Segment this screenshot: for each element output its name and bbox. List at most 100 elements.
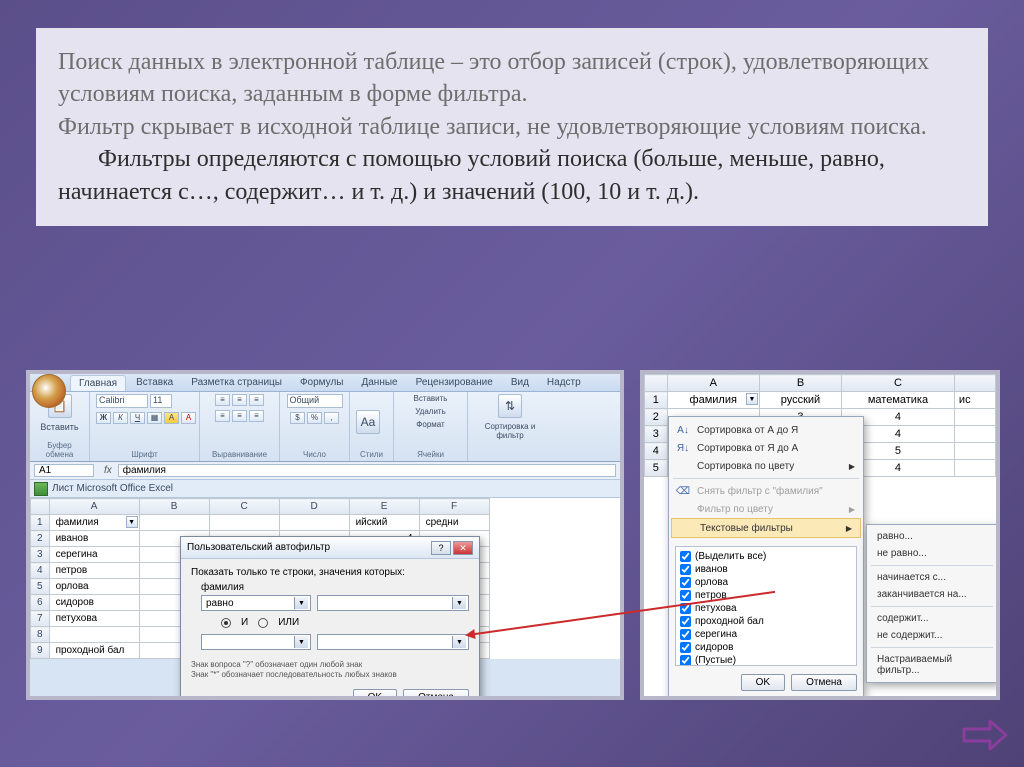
align-right-button[interactable]: ≡ bbox=[249, 410, 264, 422]
help-button[interactable]: ? bbox=[431, 541, 451, 555]
comma-button[interactable]: , bbox=[324, 412, 339, 424]
header-russian[interactable]: русский bbox=[759, 392, 841, 409]
italic-button[interactable]: К bbox=[113, 412, 128, 424]
align-bot-button[interactable]: ≡ bbox=[249, 394, 264, 406]
operator2-combo[interactable]: ▼ bbox=[201, 634, 311, 650]
number-format-select[interactable]: Общий bbox=[287, 394, 343, 408]
clear-filter: ⌫Снять фильтр с "фамилия" bbox=[669, 482, 863, 500]
col-B[interactable]: B bbox=[759, 375, 841, 392]
operator-combo[interactable]: равно▼ bbox=[201, 595, 311, 611]
col-C[interactable]: C bbox=[209, 499, 279, 515]
styles-icon[interactable]: Aa bbox=[356, 410, 380, 434]
col-C[interactable]: C bbox=[842, 375, 955, 392]
filter-not-contains[interactable]: не содержит... bbox=[867, 627, 997, 644]
row-1[interactable]: 1 bbox=[31, 515, 50, 531]
font-size-select[interactable]: 11 bbox=[150, 394, 172, 408]
chevron-down-icon: ▼ bbox=[294, 636, 308, 648]
filter-contains[interactable]: содержит... bbox=[867, 610, 997, 627]
cell[interactable]: иванов bbox=[49, 531, 139, 547]
group-edit bbox=[474, 450, 546, 459]
filter-by-color: Фильтр по цвету▶ bbox=[669, 500, 863, 518]
tab-layout[interactable]: Разметка страницы bbox=[183, 375, 290, 390]
col-B[interactable]: B bbox=[139, 499, 209, 515]
font-name-select[interactable]: Calibri bbox=[96, 394, 148, 408]
header-surname[interactable]: фамилия ▼ bbox=[49, 515, 139, 531]
align-top-button[interactable]: ≡ bbox=[215, 394, 230, 406]
filter-ends-with[interactable]: заканчивается на... bbox=[867, 586, 997, 603]
tab-review[interactable]: Рецензирование bbox=[408, 375, 501, 390]
align-center-button[interactable]: ≡ bbox=[232, 410, 247, 422]
header-surname[interactable]: фамилия ▼ bbox=[667, 392, 759, 409]
filter-equals[interactable]: равно... bbox=[867, 528, 997, 545]
filter-dropdown-icon[interactable]: ▼ bbox=[126, 516, 138, 528]
value2-combo[interactable]: ▼ bbox=[317, 634, 469, 650]
bold-button[interactable]: Ж bbox=[96, 412, 111, 424]
name-box[interactable]: A1 bbox=[34, 464, 94, 477]
sort-by-color[interactable]: Сортировка по цвету▶ bbox=[669, 457, 863, 475]
value-combo[interactable]: ▼ bbox=[317, 595, 469, 611]
autofilter-dialog: Пользовательский автофильтр ? ✕ Показать… bbox=[180, 536, 480, 700]
filter-not-equals[interactable]: не равно... bbox=[867, 545, 997, 562]
col-E[interactable]: E bbox=[349, 499, 419, 515]
col-D[interactable]: D bbox=[279, 499, 349, 515]
currency-button[interactable]: $ bbox=[290, 412, 305, 424]
percent-button[interactable]: % bbox=[307, 412, 322, 424]
fill-color-button[interactable]: A bbox=[164, 412, 179, 424]
cancel-button[interactable]: Отмена bbox=[403, 689, 469, 700]
border-button[interactable]: ▦ bbox=[147, 412, 162, 424]
clear-filter-icon: ⌫ bbox=[675, 484, 691, 498]
header-col-f[interactable]: средни bbox=[419, 515, 489, 531]
tip-asterisk: Знак "*" обозначает последовательность л… bbox=[191, 670, 469, 680]
cancel-button[interactable]: Отмена bbox=[791, 674, 857, 691]
row-1[interactable]: 1 bbox=[645, 392, 668, 409]
col-A[interactable]: A bbox=[49, 499, 139, 515]
next-slide-button[interactable] bbox=[960, 717, 1008, 753]
ok-button[interactable]: OK bbox=[741, 674, 785, 691]
ok-button[interactable]: OK bbox=[353, 689, 397, 700]
text-filters-submenu: равно... не равно... начинается с... зак… bbox=[866, 524, 998, 683]
filter-custom[interactable]: Настраиваемый фильтр... bbox=[867, 651, 997, 679]
paragraph-1a: Поиск данных в электронной таблице – это… bbox=[58, 46, 966, 111]
sort-filter-label: Сортировка и фильтр bbox=[474, 422, 546, 440]
filter-begins-with[interactable]: начинается с... bbox=[867, 569, 997, 586]
slide-text: Поиск данных в электронной таблице – это… bbox=[36, 28, 988, 226]
formula-bar-row: A1 fx фамилия bbox=[30, 462, 620, 480]
sort-za[interactable]: Я↓Сортировка от Я до А bbox=[669, 439, 863, 457]
close-button[interactable]: ✕ bbox=[453, 541, 473, 555]
col-F[interactable]: F bbox=[419, 499, 489, 515]
chevron-right-icon: ▶ bbox=[849, 462, 855, 471]
chevron-right-icon: ▶ bbox=[846, 524, 852, 533]
font-color-button[interactable]: A bbox=[181, 412, 196, 424]
tab-view[interactable]: Вид bbox=[503, 375, 537, 390]
fx-icon[interactable]: fx bbox=[98, 465, 118, 476]
align-mid-button[interactable]: ≡ bbox=[232, 394, 247, 406]
header-col-e[interactable]: ийский bbox=[349, 515, 419, 531]
paragraph-2: Фильтры определяются с помощью условий п… bbox=[58, 143, 966, 208]
header-math[interactable]: математика bbox=[842, 392, 955, 409]
tab-addins[interactable]: Надстр bbox=[539, 375, 589, 390]
tab-formulas[interactable]: Формулы bbox=[292, 375, 352, 390]
filter-dropdown-icon[interactable]: ▼ bbox=[746, 393, 758, 405]
tab-home[interactable]: Главная bbox=[70, 375, 126, 391]
underline-button[interactable]: Ч bbox=[130, 412, 145, 424]
delete-cells[interactable]: Удалить bbox=[415, 407, 446, 416]
radio-and[interactable] bbox=[221, 618, 231, 628]
tab-data[interactable]: Данные bbox=[353, 375, 405, 390]
check-all[interactable] bbox=[680, 551, 691, 562]
filter-checklist[interactable]: (Выделить все) иванов орлова петров пету… bbox=[675, 546, 857, 666]
corner-cell[interactable] bbox=[31, 499, 50, 515]
radio-or[interactable] bbox=[258, 618, 268, 628]
sort-filter-icon[interactable]: ⇅ bbox=[498, 394, 522, 418]
header-trunc[interactable]: ис bbox=[954, 392, 995, 409]
format-cells[interactable]: Формат bbox=[416, 420, 444, 429]
align-left-button[interactable]: ≡ bbox=[215, 410, 230, 422]
office-button[interactable] bbox=[32, 374, 66, 408]
sort-az[interactable]: A↓Сортировка от А до Я bbox=[669, 421, 863, 439]
col-D[interactable] bbox=[954, 375, 995, 392]
tab-insert[interactable]: Вставка bbox=[128, 375, 181, 390]
formula-bar[interactable]: фамилия bbox=[118, 464, 616, 477]
insert-cells[interactable]: Вставить bbox=[414, 394, 448, 403]
col-A[interactable]: A bbox=[667, 375, 759, 392]
corner-cell[interactable] bbox=[645, 375, 668, 392]
text-filters[interactable]: Текстовые фильтры▶ bbox=[671, 518, 861, 538]
